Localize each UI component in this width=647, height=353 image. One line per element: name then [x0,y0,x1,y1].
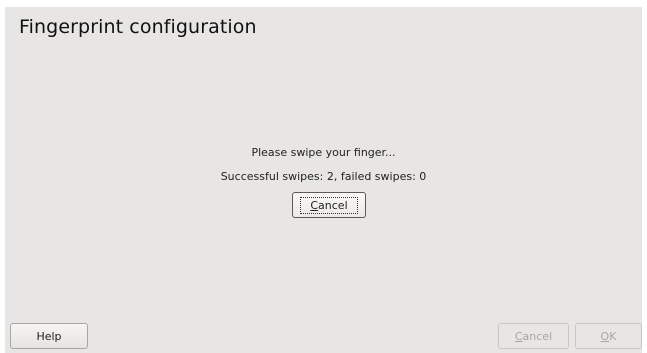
focus-ring: Cancel [300,196,358,214]
cancel-mnemonic: C [310,198,319,212]
help-label: Help [36,329,62,343]
cancel-swipe-button[interactable]: Cancel [292,192,366,218]
dialog-title: Fingerprint configuration [19,16,257,38]
cancel-button-mnemonic: C [514,329,523,343]
cancel-button-label-rest: ancel [522,329,553,343]
help-button[interactable]: Help [10,323,88,349]
swipe-prompt: Please swipe your finger... [251,146,396,159]
fingerprint-dialog: Fingerprint configuration Please swipe y… [5,7,642,353]
cancel-button[interactable]: Cancel [498,323,569,349]
ok-button-label-rest: K [609,329,617,343]
swipe-status: Successful swipes: 2, failed swipes: 0 [220,170,427,183]
ok-button-mnemonic: O [600,329,610,343]
cancel-label-rest: ancel [318,198,348,212]
ok-button[interactable]: OK [575,323,642,349]
